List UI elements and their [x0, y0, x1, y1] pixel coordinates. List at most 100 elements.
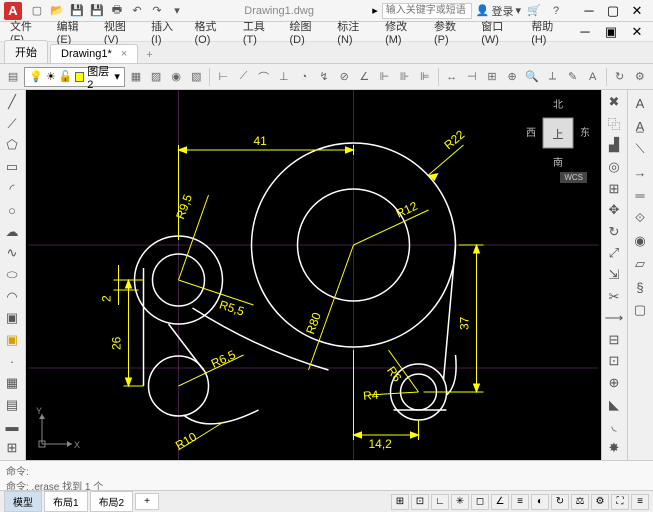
dim-baseline-icon[interactable]: ⊪ [396, 66, 414, 88]
dim-quick-icon[interactable]: ⊩ [375, 66, 393, 88]
center-mark-icon[interactable]: ⊕ [503, 66, 521, 88]
dim-jog-icon[interactable]: ↯ [315, 66, 333, 88]
status-tab-add[interactable]: + [135, 493, 159, 510]
layer-prev-icon[interactable]: ◉ [167, 66, 185, 88]
construction-line-icon[interactable]: ⟍ [629, 138, 651, 160]
tolerance-icon[interactable]: ⊞ [483, 66, 501, 88]
menu-dimension[interactable]: 标注(N) [331, 16, 377, 48]
rotate-tool-icon[interactable]: ↻ [603, 222, 625, 243]
polar-mode-icon[interactable]: ✳ [451, 494, 469, 510]
transparency-icon[interactable]: ◐ [531, 494, 549, 510]
3dpoly-tool-icon[interactable]: ⟐ [629, 207, 651, 229]
layer-props-icon[interactable]: ▤ [4, 66, 22, 88]
drawing-canvas[interactable]: 41 R22 R12 R9,5 R5,5 R80 R6,5 R10 [26, 90, 601, 460]
make-block-icon[interactable]: ▣ [1, 330, 23, 351]
menu-edit[interactable]: 编辑(E) [51, 16, 96, 48]
dim-aligned-icon[interactable]: ⟋ [234, 66, 252, 88]
doc-restore-button[interactable]: ▣ [599, 23, 623, 41]
dim-ordinate-icon[interactable]: ⊥ [275, 66, 293, 88]
menu-format[interactable]: 格式(O) [189, 16, 235, 48]
point-tool-icon[interactable]: · [1, 351, 23, 372]
text-tool-icon[interactable]: A [629, 92, 651, 114]
mtext-tool-icon[interactable]: A̲ [629, 115, 651, 137]
layer-dropdown[interactable]: 💡 ☀ 🔓 图层2 ▾ [24, 67, 125, 87]
cycling-icon[interactable]: ↻ [551, 494, 569, 510]
status-tab-model[interactable]: 模型 [4, 491, 42, 512]
line-tool-icon[interactable]: ╱ [1, 92, 23, 113]
dim-space-icon[interactable]: ↔ [443, 66, 461, 88]
dim-edit-icon[interactable]: ✎ [563, 66, 581, 88]
dim-arc-icon[interactable]: ⌒ [255, 66, 273, 88]
grid-mode-icon[interactable]: ⊞ [391, 494, 409, 510]
mirror-tool-icon[interactable]: ▟ [603, 135, 625, 156]
dim-continue-icon[interactable]: ⊫ [416, 66, 434, 88]
boundary-tool-icon[interactable]: ▢ [629, 299, 651, 321]
polyline-tool-icon[interactable]: ⟋ [1, 114, 23, 135]
fillet-tool-icon[interactable]: ◟ [603, 416, 625, 437]
ellipse-arc-tool-icon[interactable]: ◠ [1, 286, 23, 307]
menu-insert[interactable]: 插入(I) [145, 16, 186, 48]
wipeout-tool-icon[interactable]: ▱ [629, 253, 651, 275]
polygon-tool-icon[interactable]: ⬠ [1, 135, 23, 156]
spline-tool-icon[interactable]: ∿ [1, 243, 23, 264]
menu-view[interactable]: 视图(V) [98, 16, 143, 48]
offset-tool-icon[interactable]: ◎ [603, 157, 625, 178]
jogged-linear-icon[interactable]: ⟂ [543, 66, 561, 88]
dim-angular-icon[interactable]: ∠ [355, 66, 373, 88]
menu-modify[interactable]: 修改(M) [379, 16, 426, 48]
gradient-tool-icon[interactable]: ▤ [1, 394, 23, 415]
dim-update-icon[interactable]: ↻ [611, 66, 629, 88]
customize-icon[interactable]: ≡ [631, 494, 649, 510]
break-tool-icon[interactable]: ⊡ [603, 351, 625, 372]
otrack-mode-icon[interactable]: ∠ [491, 494, 509, 510]
hatch-tool-icon[interactable]: ▦ [1, 373, 23, 394]
chamfer-tool-icon[interactable]: ◣ [603, 394, 625, 415]
menu-tools[interactable]: 工具(T) [237, 16, 282, 48]
menu-parametric[interactable]: 参数(P) [428, 16, 473, 48]
inspect-icon[interactable]: 🔍 [523, 66, 541, 88]
extend-tool-icon[interactable]: ⟶ [603, 308, 625, 329]
maximize-button[interactable]: ▢ [601, 2, 625, 20]
stretch-tool-icon[interactable]: ⇲ [603, 265, 625, 286]
insert-block-icon[interactable]: ▣ [1, 308, 23, 329]
menu-draw[interactable]: 绘图(D) [284, 16, 330, 48]
layer-iso-icon[interactable]: ▧ [187, 66, 205, 88]
helix-tool-icon[interactable]: § [629, 276, 651, 298]
status-tab-layout1[interactable]: 布局1 [44, 491, 88, 512]
rectangle-tool-icon[interactable]: ▭ [1, 157, 23, 178]
array-tool-icon[interactable]: ⊞ [603, 178, 625, 199]
dim-break-icon[interactable]: ⊣ [463, 66, 481, 88]
dim-diameter-icon[interactable]: ⊘ [335, 66, 353, 88]
wcs-badge[interactable]: WCS [560, 172, 587, 183]
menu-help[interactable]: 帮助(H) [525, 16, 571, 48]
circle-tool-icon[interactable]: ○ [1, 200, 23, 221]
arc-tool-icon[interactable]: ◜ [1, 178, 23, 199]
close-button[interactable]: ✕ [625, 2, 649, 20]
ellipse-tool-icon[interactable]: ⬭ [1, 265, 23, 286]
donut-tool-icon[interactable]: ◉ [629, 230, 651, 252]
mline-tool-icon[interactable]: ═ [629, 184, 651, 206]
workspace-switch-icon[interactable]: ⚙ [591, 494, 609, 510]
join-tool-icon[interactable]: ⊕ [603, 373, 625, 394]
copy-tool-icon[interactable]: ⿻ [603, 114, 625, 135]
layer-match-icon[interactable]: ▨ [147, 66, 165, 88]
move-tool-icon[interactable]: ✥ [603, 200, 625, 221]
layer-states-icon[interactable]: ▦ [127, 66, 145, 88]
region-tool-icon[interactable]: ▬ [1, 416, 23, 437]
minimize-button[interactable]: ─ [577, 2, 601, 20]
tab-drawing1[interactable]: Drawing1* × [50, 44, 138, 63]
doc-close-button[interactable]: ✕ [625, 23, 649, 41]
dim-radius-icon[interactable]: ◔ [295, 66, 313, 88]
ray-tool-icon[interactable]: → [629, 161, 651, 183]
scale-tool-icon[interactable]: ⤢ [603, 243, 625, 264]
table-tool-icon[interactable]: ⊞ [1, 438, 23, 459]
command-line[interactable]: 命令: 命令: .erase 找到 1 个 ▷ [0, 460, 653, 490]
revcloud-tool-icon[interactable]: ☁ [1, 222, 23, 243]
tab-start[interactable]: 开始 [4, 40, 48, 63]
tab-add-button[interactable]: + [140, 47, 158, 63]
doc-minimize-button[interactable]: ─ [573, 23, 597, 41]
annotation-scale-icon[interactable]: ⚖ [571, 494, 589, 510]
dim-linear-icon[interactable]: ⊢ [214, 66, 232, 88]
view-cube[interactable]: 北 南 西 东 上 [523, 98, 593, 168]
dim-style-icon[interactable]: ⚙ [631, 66, 649, 88]
